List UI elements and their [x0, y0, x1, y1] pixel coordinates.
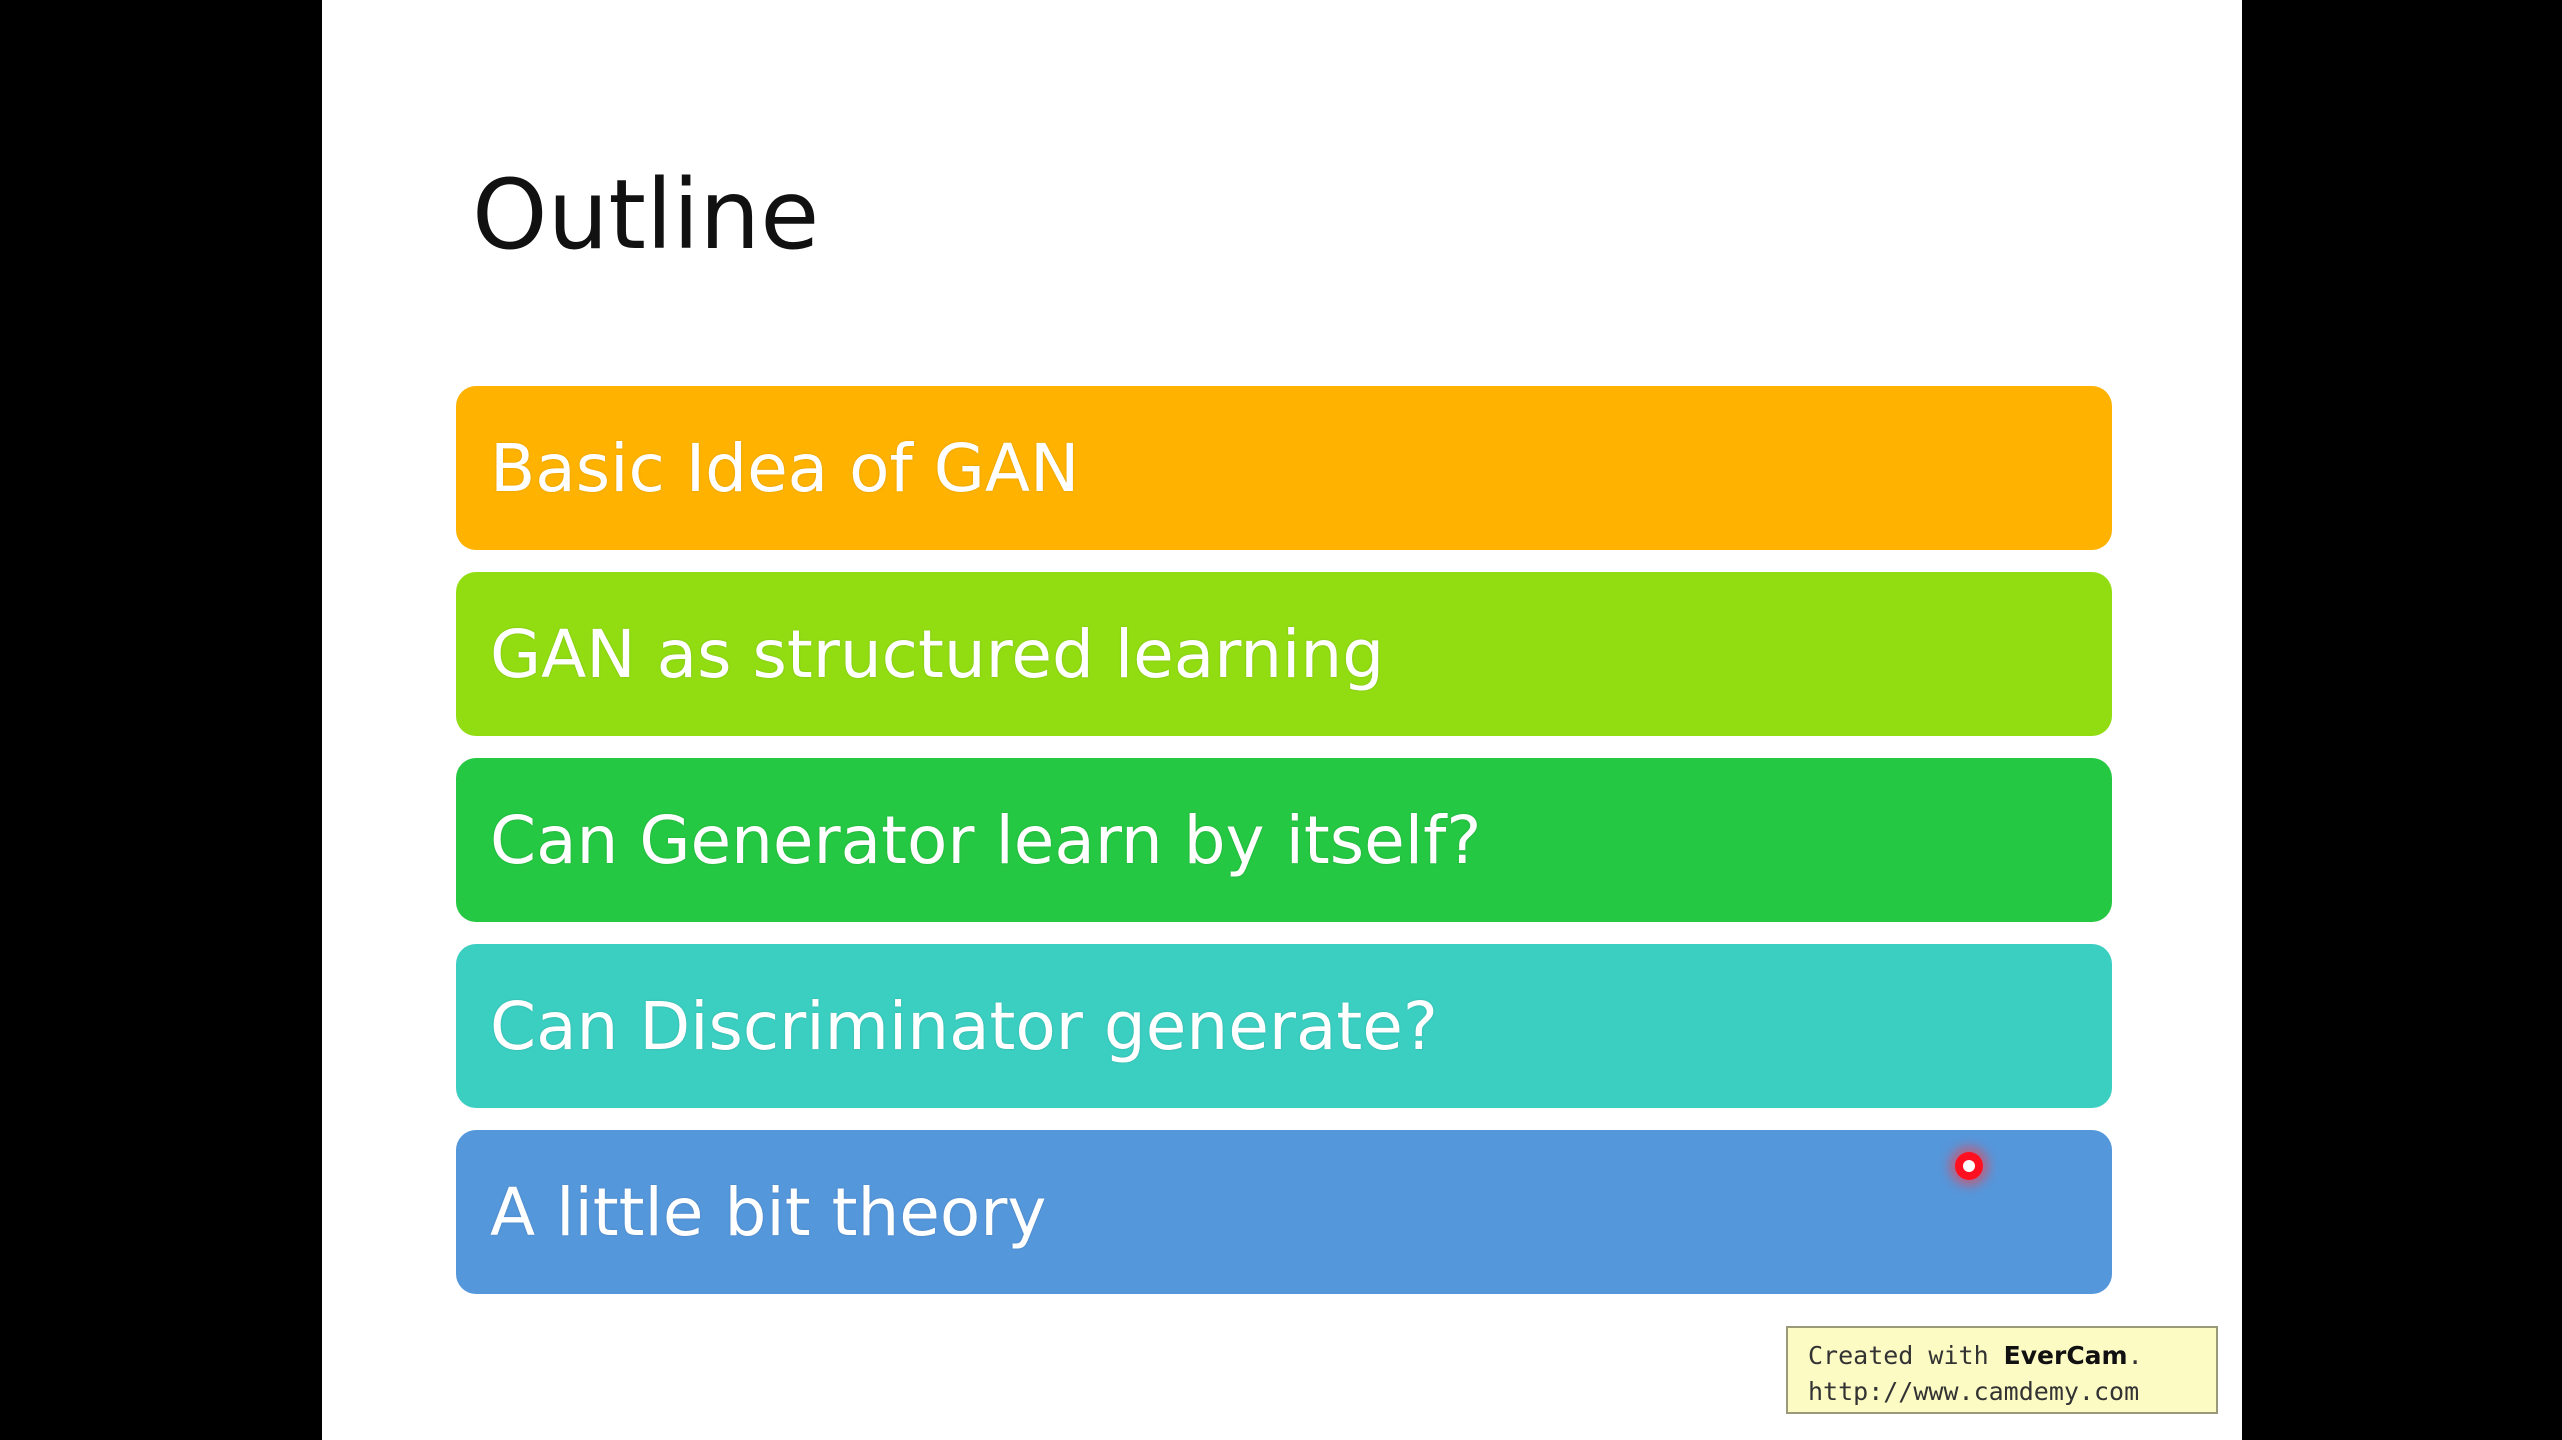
outline-item-theory: A little bit theory	[456, 1130, 2112, 1294]
slide-title: Outline	[472, 159, 820, 271]
evercam-watermark: Created with EverCam. http://www.camdemy…	[1786, 1326, 2218, 1414]
watermark-credit: Created with EverCam.	[1808, 1338, 2216, 1374]
outline-item-label: Can Discriminator generate?	[490, 987, 1438, 1065]
watermark-suffix: .	[2127, 1341, 2143, 1370]
outline-item-generator: Can Generator learn by itself?	[456, 758, 2112, 922]
outline-item-label: A little bit theory	[490, 1173, 1047, 1251]
slide: Outline Basic Idea of GAN GAN as structu…	[322, 0, 2242, 1440]
outline-item-discriminator: Can Discriminator generate?	[456, 944, 2112, 1108]
watermark-brand: EverCam	[2003, 1341, 2128, 1370]
outline-item-label: GAN as structured learning	[490, 615, 1385, 693]
outline-item-label: Basic Idea of GAN	[490, 429, 1080, 507]
watermark-url: http://www.camdemy.com	[1808, 1377, 2140, 1406]
outline-item-basic-idea: Basic Idea of GAN	[456, 386, 2112, 550]
outline-item-label: Can Generator learn by itself?	[490, 801, 1482, 879]
pointer-cursor-icon	[1955, 1152, 1983, 1180]
watermark-prefix: Created with	[1808, 1341, 2004, 1370]
outline-item-structured-learning: GAN as structured learning	[456, 572, 2112, 736]
outline-list: Basic Idea of GAN GAN as structured lear…	[456, 386, 2112, 1316]
